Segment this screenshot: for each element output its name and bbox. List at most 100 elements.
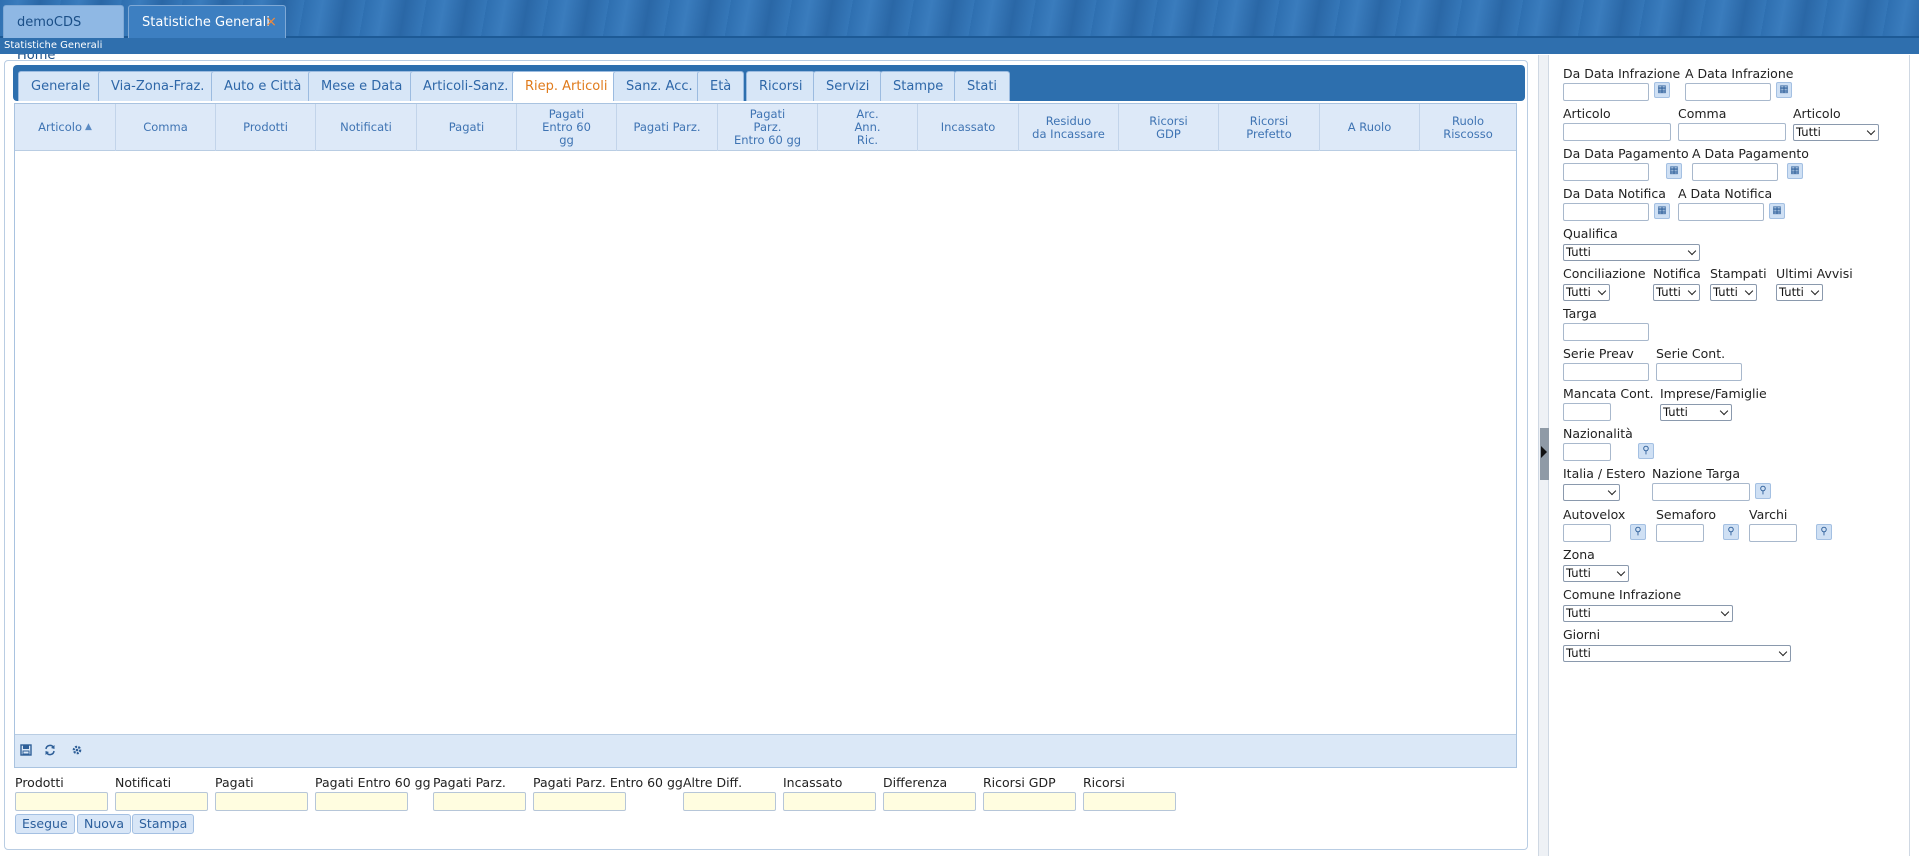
nazione-targa-field[interactable] [1652, 483, 1750, 501]
search-icon[interactable]: ⚲ [1630, 524, 1646, 540]
search-icon[interactable]: ⚲ [1638, 443, 1654, 459]
serie-preav-field[interactable] [1563, 363, 1649, 381]
varchi-field[interactable] [1749, 524, 1797, 542]
summary-notificati-field[interactable] [115, 792, 208, 811]
summary-pagati-parz-entro-60-field[interactable] [533, 792, 626, 811]
comune-infrazione-select[interactable]: Tutti [1563, 605, 1733, 622]
summary-label-ricorsi: Ricorsi [1083, 775, 1125, 790]
tab-statistiche-generali[interactable]: Statistiche Generali × [128, 5, 286, 38]
label-stampati: Stampati [1710, 266, 1767, 281]
column-header-notificati[interactable]: Notificati [316, 104, 417, 151]
notifica-select[interactable]: Tutti [1653, 284, 1700, 301]
imprese-famiglie-select[interactable]: Tutti [1660, 404, 1732, 421]
da-data-pagamento-field[interactable] [1563, 163, 1649, 181]
stampati-select[interactable]: Tutti [1710, 284, 1757, 301]
column-header-ruolo-riscosso[interactable]: Ruolo Riscosso [1420, 104, 1516, 151]
articolo-field[interactable] [1563, 123, 1671, 141]
giorni-select[interactable]: Tutti [1563, 645, 1791, 662]
label-articolo-select: Articolo [1793, 106, 1841, 121]
calendar-icon[interactable]: ▦ [1776, 82, 1792, 98]
targa-field[interactable] [1563, 323, 1649, 341]
search-icon[interactable]: ⚲ [1755, 483, 1771, 499]
label-autovelox: Autovelox [1563, 507, 1626, 522]
label-notifica: Notifica [1653, 266, 1701, 281]
column-header-residuo[interactable]: Residuo da Incassare [1019, 104, 1119, 151]
esegue-button[interactable]: Esegue [15, 814, 75, 834]
column-header-pagati-parz[interactable]: Pagati Parz. [617, 104, 718, 151]
label-qualifica: Qualifica [1563, 226, 1618, 241]
a-data-infrazione-field[interactable] [1685, 83, 1771, 101]
tab-mese-e-data[interactable]: Mese e Data [308, 71, 416, 101]
column-header-comma[interactable]: Comma [116, 104, 216, 151]
articolo-select[interactable]: Tutti [1793, 124, 1879, 141]
calendar-icon[interactable]: ▦ [1654, 82, 1670, 98]
splitter-handle[interactable] [1540, 428, 1549, 480]
column-header-arc-ann-ric[interactable]: Arc. Ann. Ric. [818, 104, 918, 151]
tab-articoli-sanz[interactable]: Articoli-Sanz. [410, 71, 522, 101]
nazionalita-field[interactable] [1563, 443, 1611, 461]
column-header-pagati-entro-60[interactable]: Pagati Entro 60 gg [517, 104, 617, 151]
tab-ricorsi[interactable]: Ricorsi [746, 71, 816, 101]
calendar-icon[interactable]: ▦ [1654, 203, 1670, 219]
calendar-icon[interactable]: ▦ [1769, 203, 1785, 219]
summary-altre-diff-field[interactable] [683, 792, 776, 811]
comma-field[interactable] [1678, 123, 1786, 141]
da-data-infrazione-field[interactable] [1563, 83, 1649, 101]
qualifica-select[interactable]: Tutti [1563, 244, 1700, 261]
summary-pagati-entro-60-field[interactable] [315, 792, 408, 811]
da-data-notifica-field[interactable] [1563, 203, 1649, 221]
column-header-ricorsi-gdp[interactable]: Ricorsi GDP [1119, 104, 1219, 151]
column-header-incassato[interactable]: Incassato [918, 104, 1019, 151]
summary-label-prodotti: Prodotti [15, 775, 64, 790]
column-header-prodotti[interactable]: Prodotti [216, 104, 316, 151]
summary-differenza-field[interactable] [883, 792, 976, 811]
a-data-notifica-field[interactable] [1678, 203, 1764, 221]
column-header-articolo[interactable]: Articolo ▲ [15, 104, 116, 151]
summary-pagati-field[interactable] [215, 792, 308, 811]
nuova-button[interactable]: Nuova [77, 814, 131, 834]
zona-select[interactable]: Tutti [1563, 565, 1629, 582]
calendar-icon[interactable]: ▦ [1666, 163, 1682, 179]
summary-prodotti-field[interactable] [15, 792, 108, 811]
summary-label-pagati-parz: Pagati Parz. [433, 775, 506, 790]
summary-pagati-parz-field[interactable] [433, 792, 526, 811]
search-icon[interactable]: ⚲ [1816, 524, 1832, 540]
tab-stati[interactable]: Stati [954, 71, 1011, 101]
stampa-button[interactable]: Stampa [132, 814, 195, 834]
tab-democds-home[interactable]: demoCDS Home [3, 5, 124, 63]
tab-servizi[interactable]: Servizi [813, 71, 883, 101]
summary-incassato-field[interactable] [783, 792, 876, 811]
tab-riep-articoli[interactable]: Riep. Articoli [512, 71, 621, 101]
search-icon[interactable]: ⚲ [1723, 524, 1739, 540]
sort-icon[interactable]: ▲ [85, 121, 92, 134]
chevron-down-icon [1597, 286, 1607, 296]
summary-label-differenza: Differenza [883, 775, 948, 790]
close-icon[interactable]: × [265, 6, 277, 39]
ultimi-avvisi-select[interactable]: Tutti [1776, 284, 1823, 301]
column-header-pagati-parz-entro-60[interactable]: Pagati Parz. Entro 60 gg [718, 104, 818, 151]
refresh-icon[interactable] [43, 744, 57, 758]
panel-splitter[interactable] [1538, 55, 1549, 856]
column-header-ricorsi-prefetto[interactable]: Ricorsi Prefetto [1219, 104, 1320, 151]
tab-auto-e-citta[interactable]: Auto e Città [211, 71, 315, 101]
italia-estero-select[interactable] [1563, 484, 1620, 501]
tab-eta[interactable]: Età [697, 71, 745, 101]
conciliazione-select[interactable]: Tutti [1563, 284, 1610, 301]
a-data-pagamento-field[interactable] [1692, 163, 1778, 181]
settings-icon[interactable] [70, 744, 84, 758]
tab-via-zona-fraz[interactable]: Via-Zona-Fraz. [98, 71, 218, 101]
calendar-icon[interactable]: ▦ [1787, 163, 1803, 179]
tab-sanz-acc[interactable]: Sanz. Acc. [613, 71, 706, 101]
semaforo-field[interactable] [1656, 524, 1704, 542]
mancata-cont-field[interactable] [1563, 403, 1611, 421]
export-icon[interactable] [19, 744, 33, 758]
column-header-a-ruolo[interactable]: A Ruolo [1320, 104, 1420, 151]
collapse-arrow-icon[interactable] [1541, 446, 1547, 458]
serie-cont-field[interactable] [1656, 363, 1742, 381]
tab-stampe[interactable]: Stampe [880, 71, 957, 101]
tab-generale[interactable]: Generale [18, 71, 104, 101]
summary-ricorsi-field[interactable] [1083, 792, 1176, 811]
summary-ricorsi-gdp-field[interactable] [983, 792, 1076, 811]
column-header-pagati[interactable]: Pagati [417, 104, 517, 151]
autovelox-field[interactable] [1563, 524, 1611, 542]
